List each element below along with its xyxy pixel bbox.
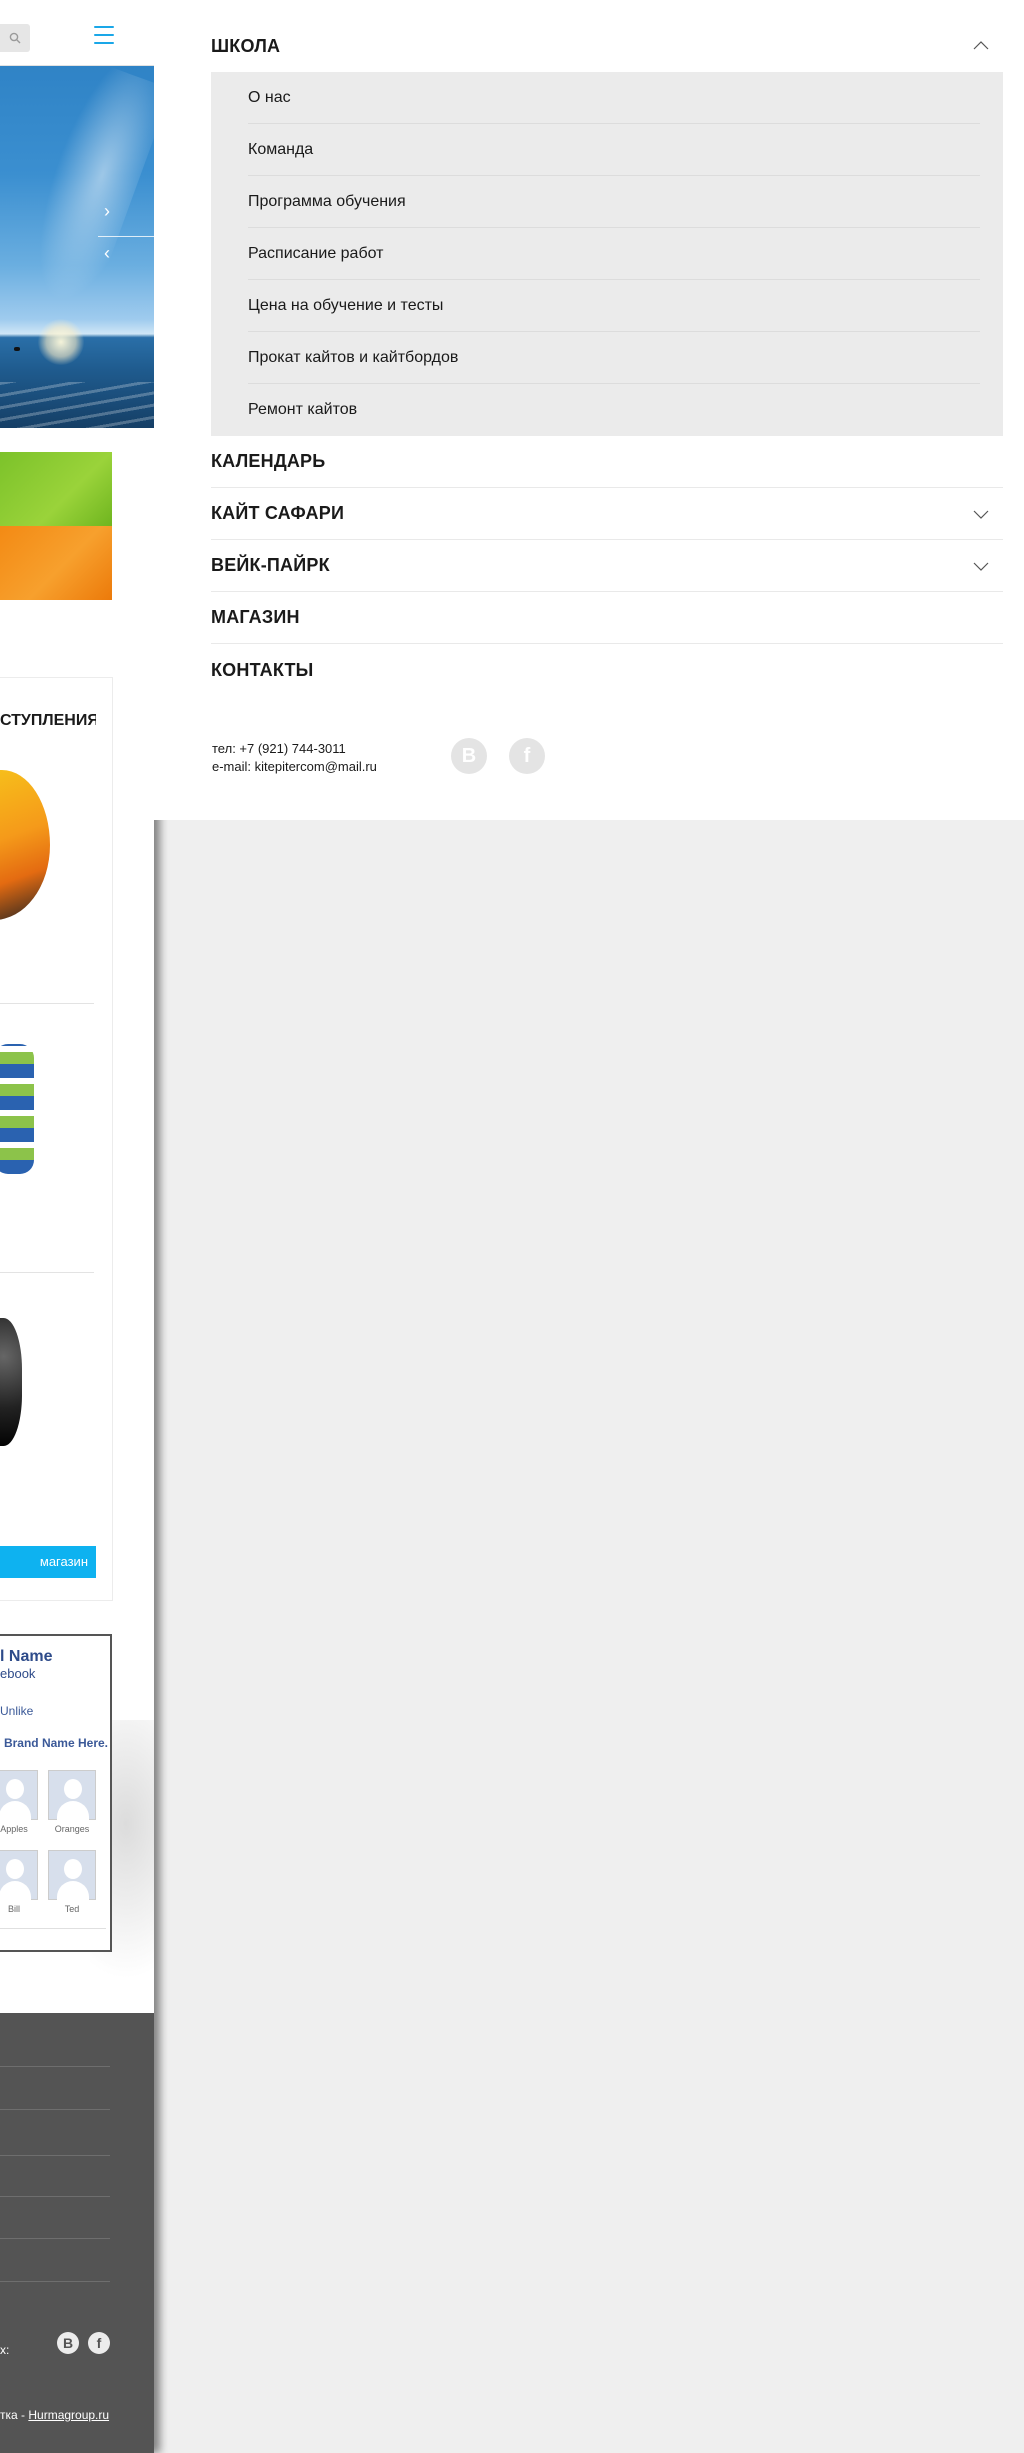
nav-item-label: КОНТАКТЫ — [211, 659, 314, 680]
footer-follow-label: х: — [0, 2343, 10, 2357]
fb-page-name[interactable]: l Name — [0, 1648, 108, 1666]
hero-waves — [0, 382, 154, 428]
slider-next-icon[interactable]: › — [100, 202, 114, 220]
search-button[interactable] — [0, 24, 30, 52]
product-divider — [0, 1003, 94, 1004]
contact-phone[interactable]: тел: +7 (921) 744-3011 — [212, 740, 377, 758]
nav-item-kite-safari[interactable]: КАЙТ САФАРИ — [211, 488, 1003, 540]
hero-kite — [14, 347, 20, 351]
product-helmet-image[interactable] — [0, 1318, 22, 1446]
menu-contacts: тел: +7 (921) 744-3011 e-mail: kitepiter… — [212, 740, 377, 776]
nav-item-wake-park[interactable]: ВЕЙК-ПАЙРК — [211, 540, 1003, 592]
new-arrivals-panel: СТУПЛЕНИЯ магазин — [0, 678, 112, 1600]
footer-divider — [0, 2066, 110, 2067]
product-divider — [0, 1272, 94, 1273]
fb-friend-name: Apples — [0, 1824, 28, 1834]
shop-button[interactable]: магазин — [0, 1546, 96, 1578]
footer-divider — [0, 2238, 110, 2239]
nav-item-shop[interactable]: МАГАЗИН — [211, 592, 1003, 644]
vk-icon[interactable]: B — [451, 738, 487, 774]
fb-unlike-button[interactable]: Unlike — [0, 1704, 33, 1718]
product-kiteboard-image[interactable] — [0, 1044, 34, 1174]
footer-divider — [0, 2196, 110, 2197]
hero-slider: › ‹ — [0, 66, 154, 428]
avatar[interactable] — [0, 1770, 38, 1821]
page-footer: х: B f тка - Hurmagroup.ru — [0, 2013, 154, 2453]
slider-arrow-divider — [98, 236, 154, 237]
footer-divider — [0, 2109, 110, 2110]
slide-out-menu: ШКОЛА О нас Команда Программа обучения Р… — [154, 0, 1024, 820]
footer-credit: тка - Hurmagroup.ru — [0, 2408, 109, 2422]
footer-divider — [0, 2155, 110, 2156]
fb-friend-name: Ted — [64, 1904, 80, 1914]
submenu-item-about[interactable]: О нас — [248, 72, 980, 124]
contact-email[interactable]: e-mail: kitepitercom@mail.ru — [212, 758, 377, 776]
promo-banner-green[interactable] — [0, 452, 112, 526]
submenu-item-team[interactable]: Команда — [248, 124, 980, 176]
nav-item-calendar[interactable]: КАЛЕНДАРЬ — [211, 436, 1003, 488]
products-title: СТУПЛЕНИЯ — [0, 712, 96, 729]
fb-friend-name: Oranges — [54, 1824, 90, 1834]
footer-credit-link[interactable]: Hurmagroup.ru — [28, 2408, 109, 2422]
submenu-item-rental[interactable]: Прокат кайтов и кайтбордов — [248, 332, 980, 384]
nav-item-label: КАЛЕНДАРЬ — [211, 451, 326, 471]
nav-item-label: КАЙТ САФАРИ — [211, 503, 345, 523]
vk-icon[interactable]: B — [57, 2332, 79, 2354]
chevron-down-icon[interactable] — [973, 506, 989, 522]
nav-item-contacts[interactable]: КОНТАКТЫ — [211, 644, 1003, 696]
slider-prev-icon[interactable]: ‹ — [100, 244, 114, 262]
chevron-down-icon[interactable] — [973, 558, 989, 574]
fb-friend-name: Bill — [7, 1904, 20, 1914]
facebook-icon[interactable]: f — [88, 2332, 110, 2354]
page-header — [0, 0, 154, 66]
footer-divider — [0, 2281, 110, 2282]
avatar[interactable] — [48, 1850, 96, 1901]
hero-cloud — [0, 66, 154, 334]
footer-credit-text: тка - — [0, 2408, 29, 2422]
submenu-item-program[interactable]: Программа обучения — [248, 176, 980, 228]
hamburger-menu-icon[interactable] — [94, 26, 114, 44]
avatar[interactable] — [48, 1770, 96, 1821]
submenu-item-prices[interactable]: Цена на обучение и тесты — [248, 280, 980, 332]
fb-subtitle: ebook — [0, 1666, 36, 1681]
chevron-up-icon[interactable] — [973, 38, 989, 54]
facebook-like-box: l Name ebook Unlike Brand Name Here. App… — [0, 1634, 112, 1952]
submenu-item-schedule[interactable]: Расписание работ — [248, 228, 980, 280]
nav-item-label: ВЕЙК-ПАЙРК — [211, 555, 330, 575]
background-page: › ‹ СТУПЛЕНИЯ магазин l Name ebook Unlik… — [0, 0, 154, 2453]
facebook-icon[interactable]: f — [509, 738, 545, 774]
fb-brand-text: Brand Name Here. — [3, 1736, 108, 1750]
avatar[interactable] — [0, 1850, 38, 1901]
search-icon — [9, 32, 21, 44]
nav-item-label: ШКОЛА — [211, 35, 281, 56]
nav-item-school[interactable]: ШКОЛА — [211, 20, 1003, 72]
submenu-item-repair[interactable]: Ремонт кайтов — [248, 384, 980, 436]
product-kite-image[interactable] — [0, 770, 50, 920]
promo-banner-orange[interactable] — [0, 526, 112, 600]
nav-item-label: МАГАЗИН — [211, 607, 300, 627]
hero-sun-glare — [38, 319, 84, 365]
fb-divider — [0, 1928, 106, 1929]
school-submenu: О нас Команда Программа обучения Расписа… — [211, 72, 1003, 436]
main-navigation: ШКОЛА О нас Команда Программа обучения Р… — [211, 20, 1003, 696]
